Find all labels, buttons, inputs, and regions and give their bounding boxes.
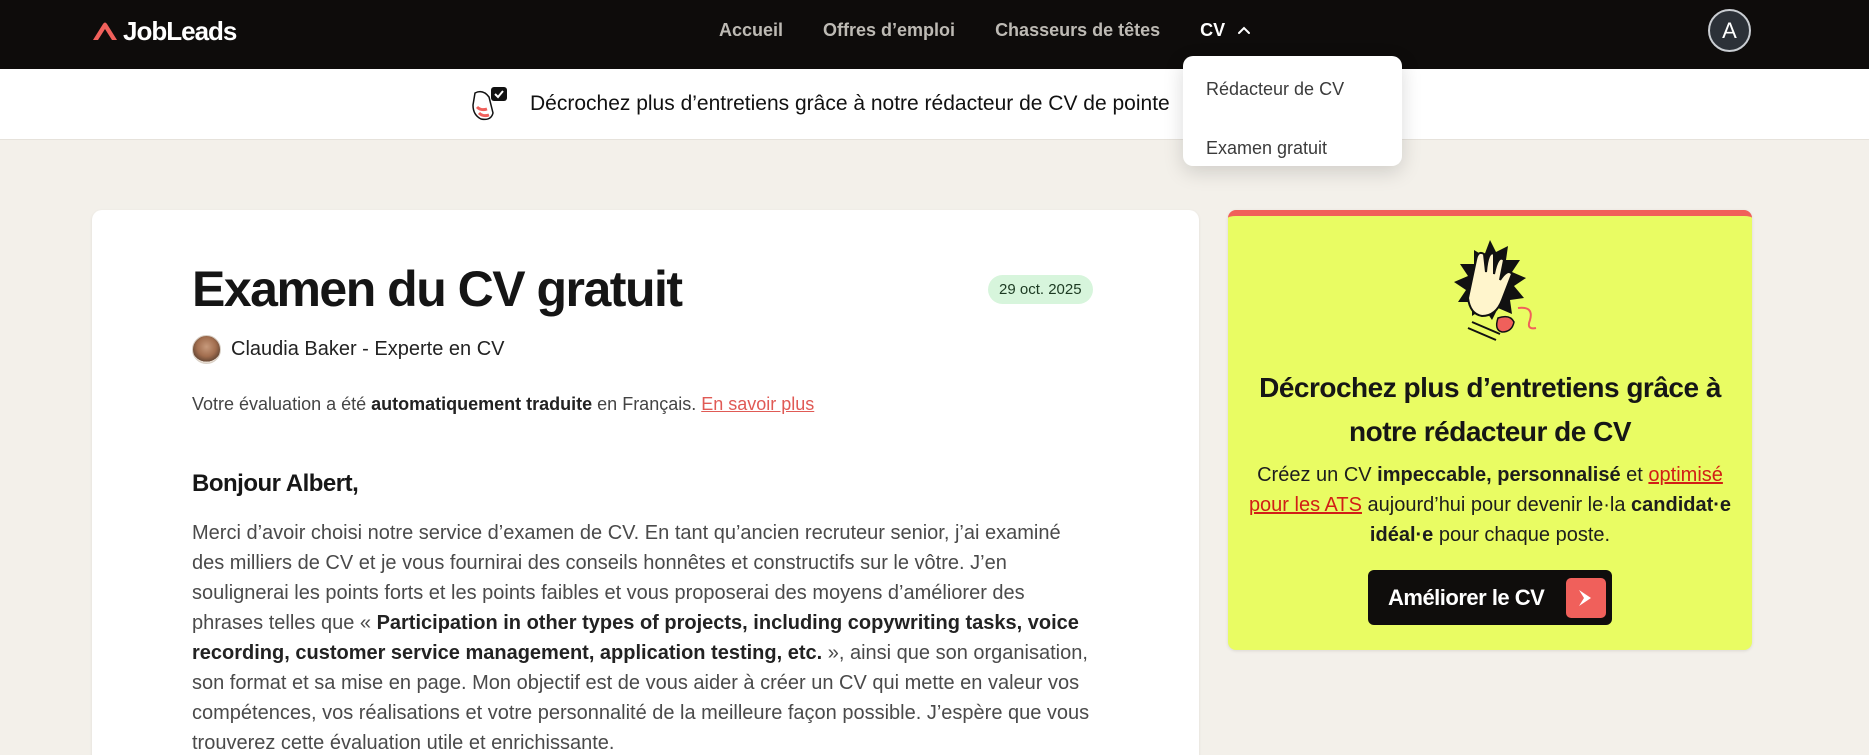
author-byline: Claudia Baker - Experte en CV bbox=[231, 338, 505, 360]
cv-dropdown-menu: Rédacteur de CV Examen gratuit bbox=[1183, 56, 1402, 166]
nav-link-home[interactable]: Accueil bbox=[719, 18, 783, 42]
improve-cv-label: Améliorer le CV bbox=[1388, 584, 1545, 610]
high-five-icon bbox=[1454, 240, 1537, 341]
banner-text: Décrochez plus d’entretiens grâce à notr… bbox=[530, 92, 1170, 115]
nav-link-cv-label: CV bbox=[1200, 20, 1226, 40]
resume-builder-promo-card: Décrochez plus d’entretiens grâce à notr… bbox=[1228, 210, 1752, 650]
user-avatar[interactable]: A bbox=[1708, 9, 1751, 52]
page-title: Examen du CV gratuit bbox=[192, 261, 683, 317]
dropdown-item-free-review[interactable]: Examen gratuit bbox=[1183, 123, 1402, 173]
translation-note: Votre évaluation a été automatiquement t… bbox=[192, 394, 814, 415]
promo-text-1: Créez un CV bbox=[1257, 464, 1378, 486]
promo-banner[interactable]: Décrochez plus d’entretiens grâce à notr… bbox=[0, 69, 1869, 140]
nav-link-cv[interactable]: CV bbox=[1200, 18, 1251, 42]
promo-title: Décrochez plus d’entretiens grâce à notr… bbox=[1259, 372, 1721, 447]
dropdown-item-resume-builder[interactable]: Rédacteur de CV bbox=[1183, 73, 1402, 123]
learn-more-link[interactable]: En savoir plus bbox=[701, 394, 814, 414]
nav-link-jobs[interactable]: Offres d’emploi bbox=[823, 18, 955, 42]
logo[interactable]: JobLeads bbox=[91, 15, 237, 46]
review-intro-paragraph: Merci d’avoir choisi notre service d’exa… bbox=[192, 518, 1092, 755]
review-card: Examen du CV gratuit 29 oct. 2025 Claudi… bbox=[92, 210, 1199, 755]
improve-cv-button[interactable]: Améliorer le CV bbox=[1368, 570, 1612, 625]
author-role: Experte en CV bbox=[374, 338, 505, 360]
translation-note-bold: automatiquement traduite bbox=[371, 394, 593, 414]
promo-description: Créez un CV impeccable, personnalisé et … bbox=[1248, 460, 1732, 550]
promo-text-3: aujourd’hui pour devenir le·la bbox=[1361, 494, 1632, 516]
greeting-heading: Bonjour Albert, bbox=[192, 470, 359, 497]
translation-note-prefix: Votre évaluation a été bbox=[192, 394, 372, 414]
cv-promo-icon bbox=[472, 87, 507, 121]
logo-text: JobLeads bbox=[123, 15, 237, 46]
author-row: Claudia Baker - Experte en CV bbox=[192, 335, 504, 364]
promo-text-bold-1: impeccable, personnalisé bbox=[1377, 464, 1621, 486]
logo-icon bbox=[93, 22, 117, 40]
date-badge: 29 oct. 2025 bbox=[988, 275, 1093, 304]
nav-link-headhunters[interactable]: Chasseurs de têtes bbox=[995, 18, 1160, 42]
author-name: Claudia Baker bbox=[231, 338, 357, 360]
top-navbar: JobLeads Accueil Offres d’emploi Chasseu… bbox=[0, 0, 1869, 69]
translation-note-suffix: en Français. bbox=[592, 394, 702, 414]
nav-links: Accueil Offres d’emploi Chasseurs de têt… bbox=[719, 18, 1251, 42]
author-avatar bbox=[192, 335, 221, 364]
promo-text-2: et bbox=[1620, 464, 1649, 486]
arrow-right-icon bbox=[1566, 577, 1607, 618]
chevron-up-icon bbox=[1238, 26, 1251, 34]
promo-text-4: pour chaque poste. bbox=[1433, 524, 1611, 546]
